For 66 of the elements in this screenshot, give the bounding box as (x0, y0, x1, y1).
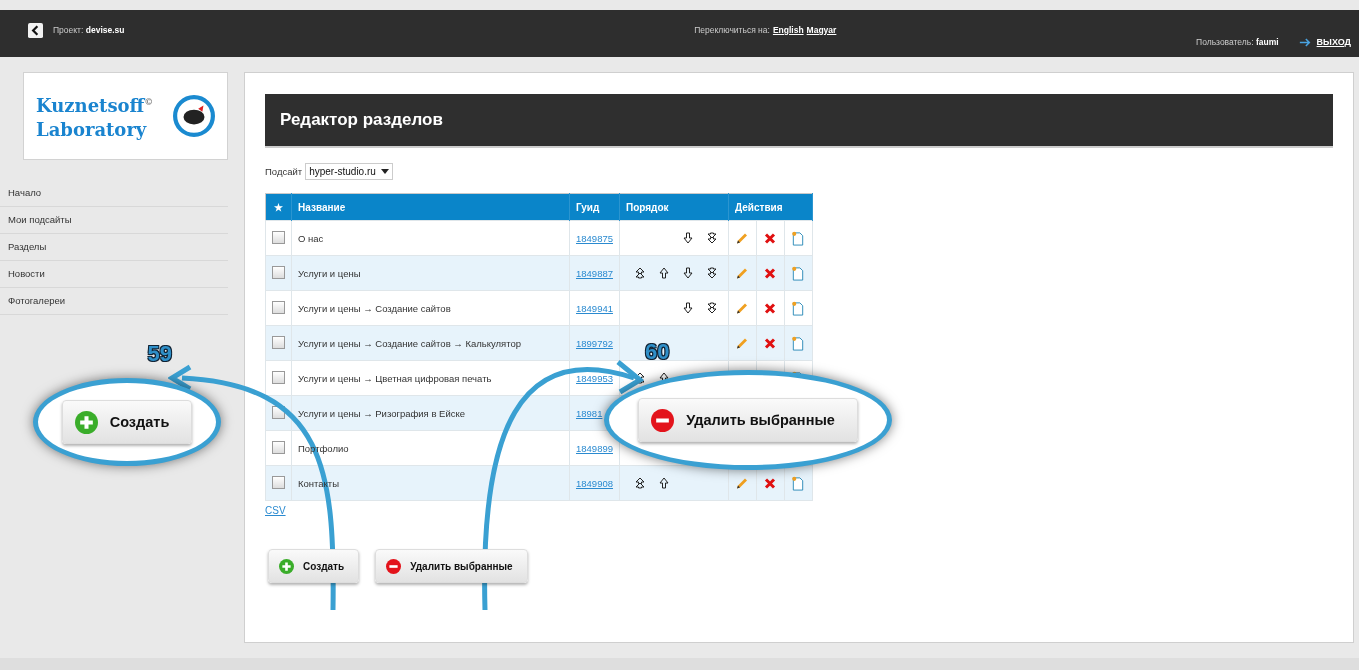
move-top-icon[interactable] (635, 372, 645, 384)
row-checkbox[interactable] (272, 440, 285, 454)
section-name: Услуги и цены → Создание сайтов → Калькулятор (298, 337, 522, 349)
page-icon[interactable] (791, 300, 806, 316)
page-icon[interactable] (791, 475, 806, 491)
move-top-icon[interactable] (635, 267, 645, 279)
guid-link[interactable]: 18981 (576, 407, 603, 419)
move-bottom-icon[interactable] (707, 302, 717, 314)
minus-icon (651, 408, 675, 432)
csv-link[interactable]: CSV (265, 505, 286, 516)
logo-text: Kuznetsoff$^{©}$ (36, 94, 154, 118)
row-checkbox[interactable] (272, 335, 285, 349)
language-link[interactable]: Magyar (806, 25, 837, 35)
minus-icon (386, 558, 402, 574)
row-checkbox[interactable] (272, 300, 285, 314)
page-icon[interactable] (791, 230, 806, 246)
column-header: ★ (265, 193, 292, 221)
row-checkbox[interactable] (272, 230, 285, 244)
arrow-down-icon[interactable] (683, 232, 693, 244)
sidebar-item[interactable]: Фотогалереи (0, 288, 228, 315)
move-bottom-icon[interactable] (707, 232, 717, 244)
sidebar-item[interactable]: Мои подсайты (0, 207, 228, 234)
callout-number: 59 (147, 341, 172, 367)
create-button[interactable]: Создать (268, 549, 360, 583)
arrow-up-icon[interactable] (659, 477, 669, 489)
move-top-icon[interactable] (635, 477, 645, 489)
project-label: Проект: devise.su (53, 25, 125, 35)
subsite-select[interactable]: hyper-studio.ru (305, 163, 393, 180)
arrow-up-icon[interactable] (659, 267, 669, 279)
column-header: Порядок (619, 193, 729, 221)
row-checkbox[interactable] (272, 370, 285, 384)
section-name: Услуги и цены → Цветная цифровая печать (298, 372, 492, 384)
section-name: О нас (298, 232, 324, 244)
caret-icon (380, 169, 389, 174)
section-name: Услуги и цены → Создание сайтов (298, 302, 451, 314)
column-header: Действия (728, 193, 813, 221)
create-button[interactable]: Создать (61, 400, 193, 444)
sidebar-item[interactable]: Новости (0, 261, 228, 288)
section-name: Услуги и цены (298, 267, 361, 279)
logout-link[interactable]: ВЫХОД (1316, 37, 1351, 47)
delete-button[interactable]: Удалить выбранные (638, 398, 858, 442)
section-name: Услуги и цены → Ризография в Ейске (298, 407, 465, 419)
column-header: Название (291, 193, 570, 221)
arrow-down-icon[interactable] (683, 302, 693, 314)
arrow-down-icon[interactable] (683, 267, 693, 279)
callout-number: 60 (645, 339, 670, 365)
page-icon[interactable] (791, 335, 806, 351)
emblem-icon (173, 95, 215, 137)
plus-icon (279, 558, 294, 574)
back-icon[interactable] (28, 22, 43, 38)
delete-button[interactable]: Удалить выбранные (375, 549, 528, 583)
plus-icon (74, 410, 98, 434)
language-label: Переключиться на: (694, 25, 770, 35)
page-icon[interactable] (791, 265, 806, 281)
sidebar-item[interactable]: Начало (0, 180, 228, 207)
logo-text: Laboratory (36, 118, 148, 142)
sidebar-item[interactable]: Разделы (0, 234, 228, 261)
language-link[interactable]: English (772, 25, 804, 35)
page-title: Редактор разделов (265, 94, 1333, 148)
subsite-label: Подсайт (265, 166, 303, 177)
column-header: Гуид (569, 193, 620, 221)
user-label: Пользователь: faumi (1196, 37, 1279, 47)
arrow-right-icon (1298, 37, 1311, 47)
row-checkbox[interactable] (272, 475, 285, 489)
row-checkbox[interactable] (272, 265, 285, 279)
move-bottom-icon[interactable] (707, 267, 717, 279)
